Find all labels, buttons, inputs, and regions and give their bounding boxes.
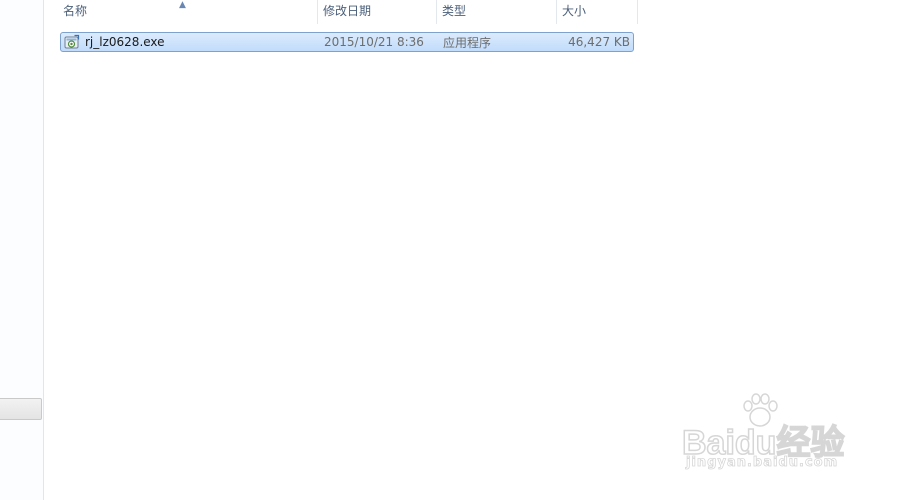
- column-header-size-label: 大小: [562, 4, 587, 18]
- column-header-name-label: 名称: [63, 4, 88, 18]
- file-row-selected[interactable]: rj_lz0628.exe 2015/10/21 8:36 应用程序 46,42…: [60, 32, 634, 52]
- column-header-size[interactable]: 大小: [557, 0, 638, 24]
- sort-arrow-icon: ▲: [179, 0, 186, 10]
- baidu-jingyan-watermark: Baidu经验 jingyan.baidu.com: [681, 393, 852, 478]
- column-header-type[interactable]: 类型: [437, 0, 557, 24]
- navigation-pane[interactable]: [0, 0, 44, 500]
- explorer-window: 名称 ▲ 修改日期 类型 大小 rj_lz0628.exe 2015/10/21…: [0, 0, 900, 500]
- column-header-type-label: 类型: [442, 4, 467, 18]
- file-name: rj_lz0628.exe: [85, 35, 165, 49]
- file-name-cell: rj_lz0628.exe: [61, 34, 319, 50]
- column-header-date-label: 修改日期: [323, 4, 372, 18]
- exe-installer-icon: [64, 34, 80, 49]
- file-date: 2015/10/21 8:36: [324, 35, 424, 49]
- watermark-url: jingyan.baidu.com: [686, 455, 839, 471]
- column-header-date[interactable]: 修改日期: [318, 0, 437, 24]
- nav-pane-scrollbar-thumb[interactable]: [0, 398, 42, 420]
- column-header-bar: 名称 ▲ 修改日期 类型 大小: [58, 0, 638, 24]
- file-type: 应用程序: [443, 35, 492, 50]
- column-header-name[interactable]: 名称 ▲: [58, 0, 318, 24]
- file-size: 46,427 KB: [568, 35, 630, 49]
